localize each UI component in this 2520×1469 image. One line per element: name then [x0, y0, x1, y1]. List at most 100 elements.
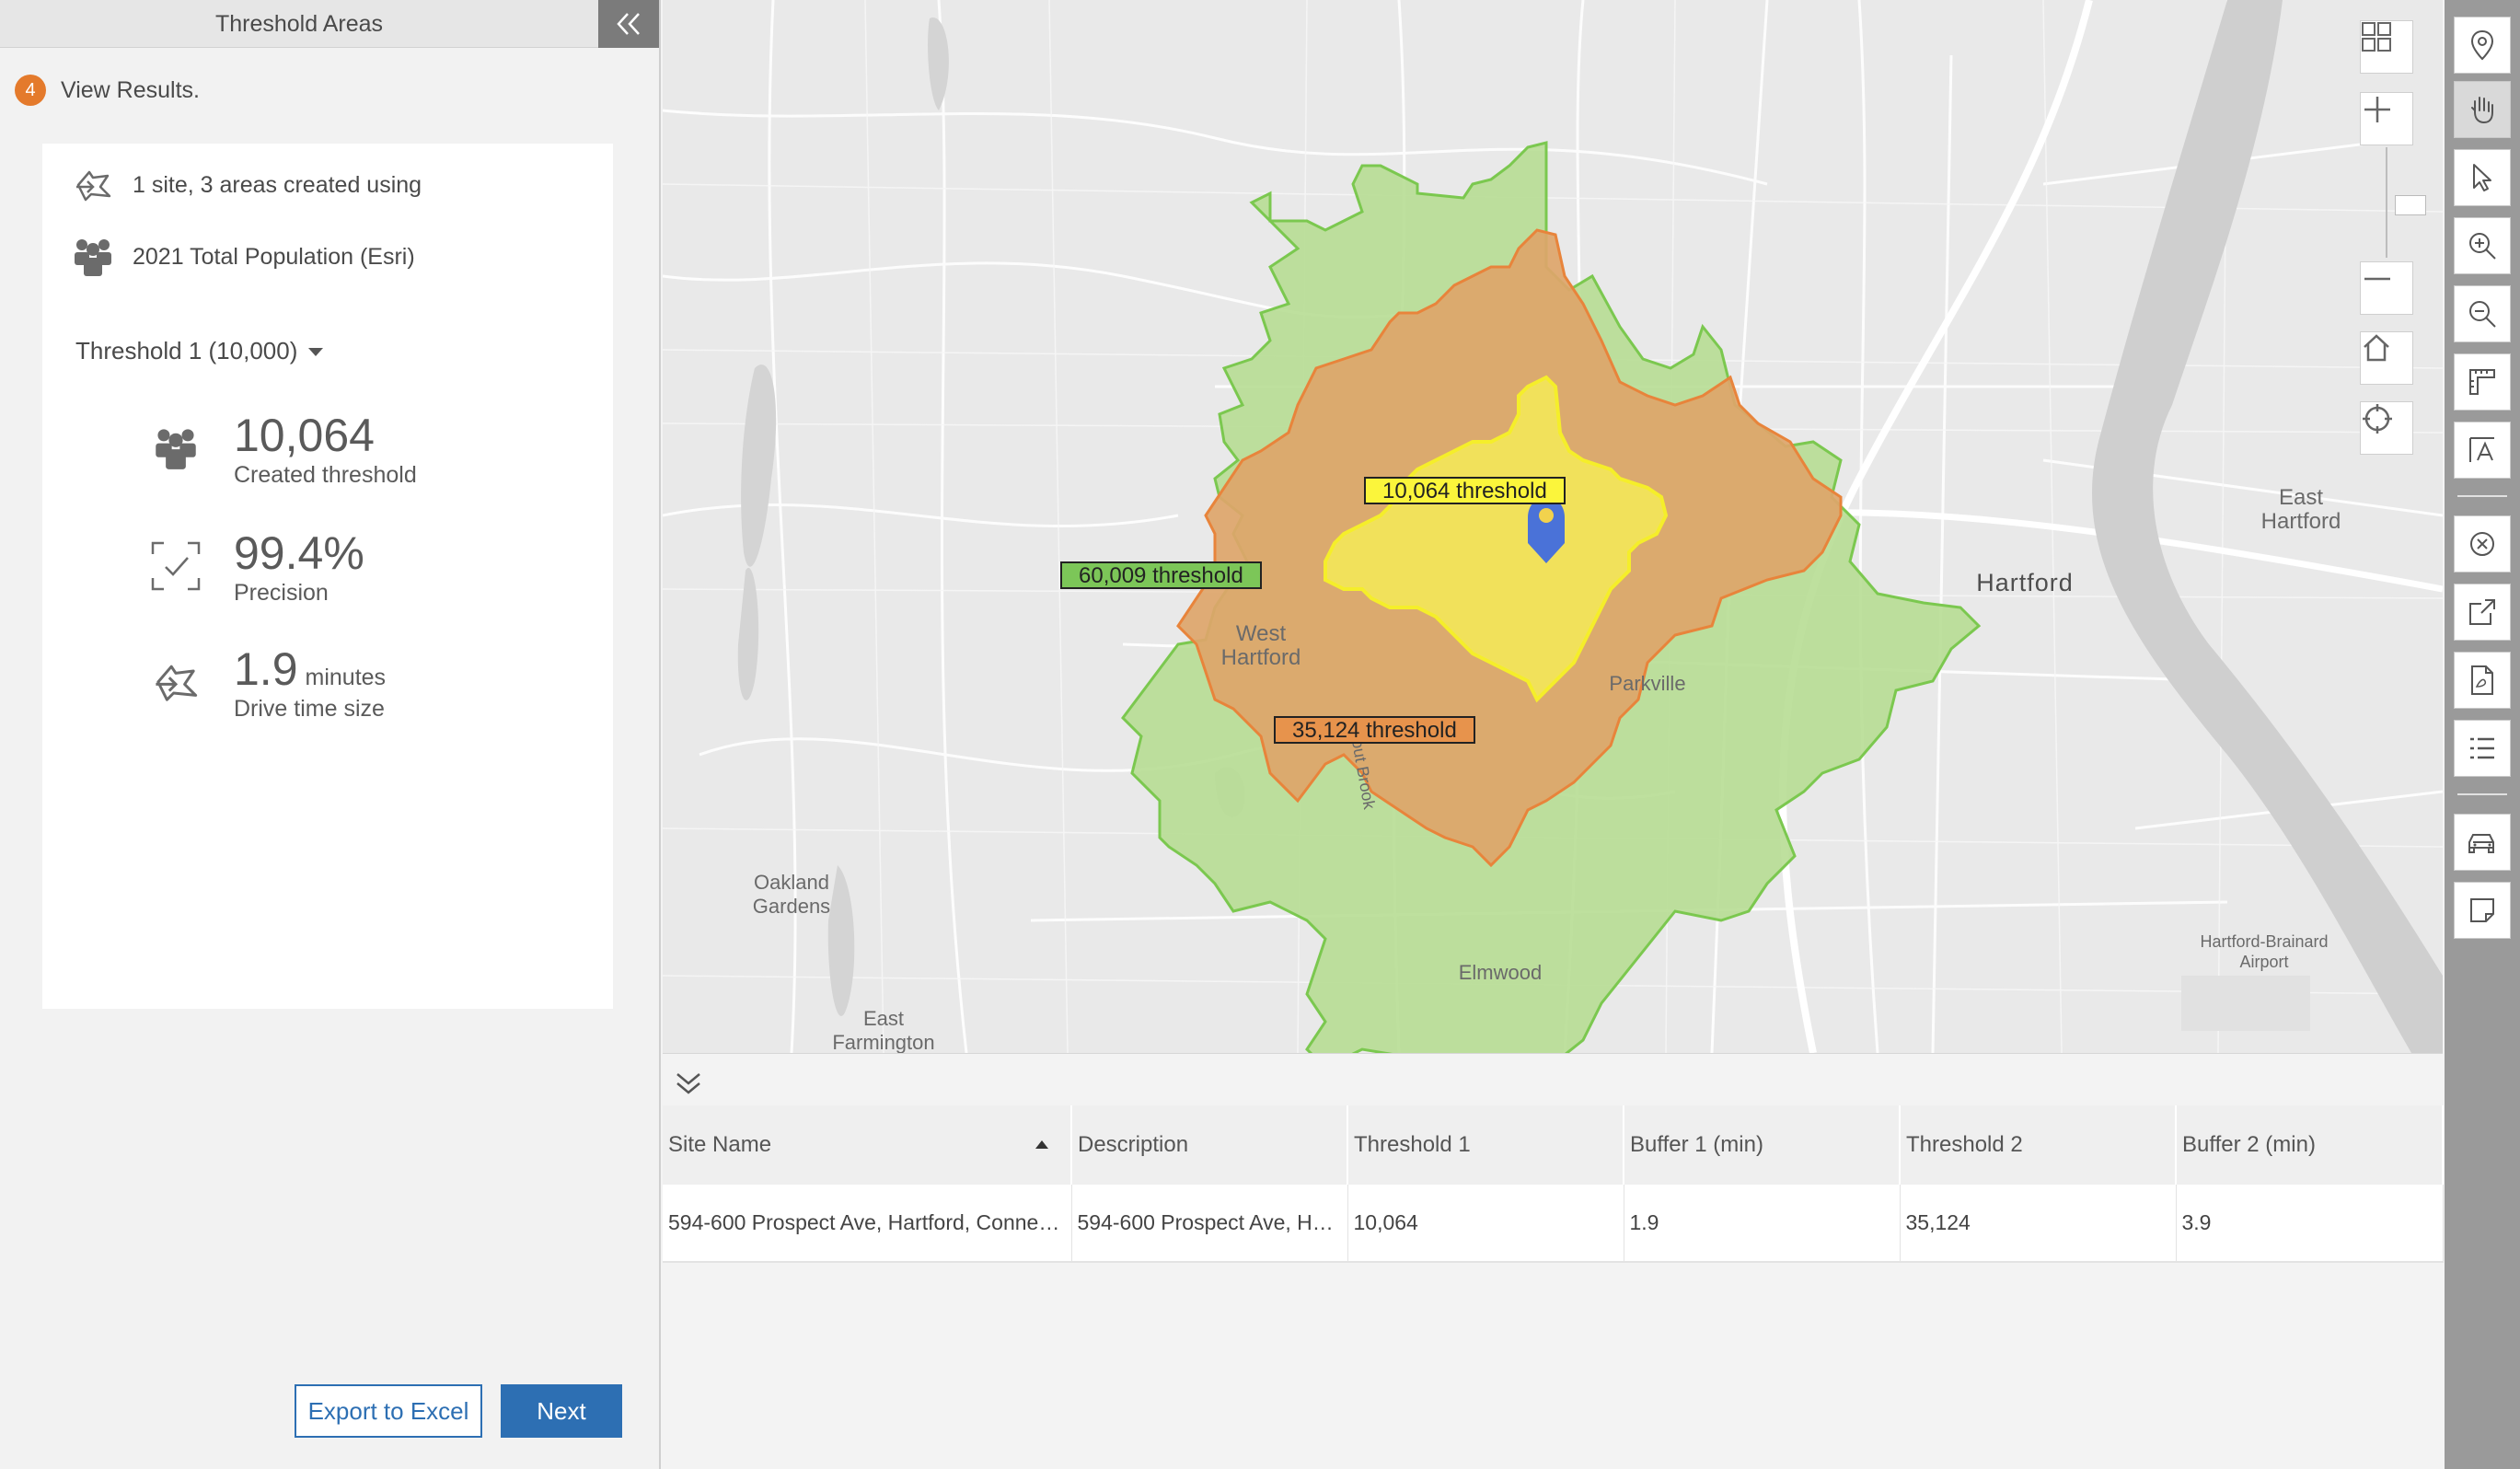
share-export-icon: [2469, 599, 2495, 625]
map-label-hartford: Hartford: [1976, 569, 2074, 596]
text-annotation-icon: [2469, 437, 2494, 462]
precision-label: Precision: [234, 580, 329, 606]
attribute-table-panel: Site Name Description Threshold 1 Buffer…: [663, 1053, 2444, 1469]
column-header-description[interactable]: Description: [1071, 1105, 1348, 1185]
tool-measure[interactable]: [2454, 353, 2511, 411]
tool-clear[interactable]: [2454, 515, 2511, 573]
plus-icon: [2364, 97, 2390, 122]
created-threshold-stat: 10,064 Created threshold: [144, 411, 417, 489]
collapse-panel-button[interactable]: [598, 0, 659, 48]
car-icon: [2468, 834, 2494, 853]
summary-variable-text: 2021 Total Population (Esri): [133, 243, 415, 270]
tool-location[interactable]: [2454, 17, 2511, 74]
clear-circle-x-icon: [2470, 532, 2494, 556]
tool-zoom-out[interactable]: [2454, 285, 2511, 342]
drive-time-unit: minutes: [305, 665, 387, 690]
collapse-table-button[interactable]: [670, 1065, 707, 1102]
map-label-west-hartford: West Hartford: [1220, 621, 1301, 670]
zoom-in-icon: [2469, 233, 2496, 260]
step-label: View Results.: [61, 76, 200, 103]
map-label-east-hartford: East Hartford: [2260, 485, 2341, 534]
locate-icon: [2363, 404, 2392, 434]
column-header-threshold-2[interactable]: Threshold 2: [1900, 1105, 2177, 1185]
toolbar-separator: [2457, 495, 2507, 497]
cell-description[interactable]: 594-600 Prospect Ave, Hartford: [1071, 1185, 1348, 1263]
ruler-icon: [2469, 369, 2495, 395]
pdf-document-icon: [2471, 665, 2493, 695]
precision-stat: 99.4% Precision: [144, 528, 364, 607]
threshold-3-label: 60,009 threshold: [1060, 561, 1262, 589]
home-icon: [2364, 334, 2389, 362]
map-label-elmwood: Elmwood: [1458, 961, 1543, 984]
drive-time-icon: [144, 650, 208, 714]
zoom-in-button[interactable]: [2360, 92, 2413, 145]
basemap-gallery-icon: [2362, 22, 2391, 52]
map-label-airport: Hartford-Brainard Airport: [2200, 932, 2329, 971]
summary-sites-row: 1 site, 3 areas created using: [70, 162, 422, 208]
created-threshold-value: 10,064: [234, 410, 375, 461]
results-card: 1 site, 3 areas created using 2021 Total…: [42, 144, 613, 1009]
precision-value: 99.4%: [234, 527, 364, 579]
tool-zoom-in[interactable]: [2454, 217, 2511, 274]
zoom-out-button[interactable]: [2360, 261, 2413, 315]
export-to-excel-button[interactable]: Export to Excel: [295, 1384, 482, 1438]
tool-share[interactable]: [2454, 584, 2511, 641]
tool-notes[interactable]: [2454, 882, 2511, 939]
map-view[interactable]: West Hartford Hartford East Hartford Parkv…: [663, 0, 2443, 1053]
tool-list[interactable]: [2454, 720, 2511, 777]
table-row[interactable]: 594-600 Prospect Ave, Hartford, Connecti…: [663, 1185, 2444, 1263]
threshold-2-label: 35,124 threshold: [1274, 716, 1475, 744]
summary-sites-text: 1 site, 3 areas created using: [133, 171, 422, 198]
double-chevron-left-icon: [617, 13, 640, 35]
home-button[interactable]: [2360, 331, 2413, 385]
column-header-site-name[interactable]: Site Name: [663, 1105, 1072, 1185]
cell-buffer-1[interactable]: 1.9: [1624, 1185, 1901, 1263]
drive-time-stat: 1.9 minutes Drive time size: [144, 644, 386, 723]
map-label-parkville: Parkville: [1609, 672, 1686, 695]
sort-ascending-icon: [1035, 1140, 1048, 1149]
population-icon: [144, 416, 208, 480]
list-icon: [2470, 737, 2494, 759]
panel-header: Threshold Areas: [0, 0, 659, 48]
minus-icon: [2364, 277, 2390, 281]
zoom-slider-track[interactable]: [2386, 147, 2387, 258]
drive-time-icon: [70, 162, 116, 208]
created-threshold-label: Created threshold: [234, 462, 417, 488]
tool-pan[interactable]: [2454, 81, 2511, 138]
map-label-oakland-gardens: Oakland Gardens: [752, 871, 831, 918]
zoom-out-icon: [2469, 301, 2496, 328]
zoom-slider-thumb[interactable]: [2395, 195, 2426, 215]
cell-buffer-2[interactable]: 3.9: [2176, 1185, 2444, 1263]
basemap: [663, 0, 2443, 1053]
step-row: 4 View Results.: [15, 72, 200, 109]
tool-text[interactable]: [2454, 422, 2511, 479]
tool-pdf[interactable]: [2454, 652, 2511, 709]
cell-threshold-2[interactable]: 35,124: [1900, 1185, 2177, 1263]
caret-down-icon: [308, 348, 324, 356]
summary-variable-row: 2021 Total Population (Esri): [70, 234, 415, 280]
panel-title: Threshold Areas: [214, 11, 384, 37]
column-header-buffer-2[interactable]: Buffer 2 (min): [2176, 1105, 2444, 1185]
basemap-gallery-button[interactable]: [2360, 20, 2413, 74]
tool-drive[interactable]: [2454, 814, 2511, 871]
location-pin-icon: [2470, 29, 2494, 61]
map-toolbar: [2445, 0, 2520, 1469]
next-button[interactable]: Next: [501, 1384, 622, 1438]
drive-time-value: 1.9: [234, 643, 298, 695]
precision-check-icon: [144, 534, 208, 598]
results-table: Site Name Description Threshold 1 Buffer…: [663, 1105, 2444, 1263]
locate-button[interactable]: [2360, 401, 2413, 455]
threshold-dropdown[interactable]: Threshold 1 (10,000): [75, 337, 324, 365]
population-icon: [70, 234, 116, 280]
threshold-1-label: 10,064 threshold: [1364, 477, 1566, 504]
step-badge: 4: [15, 75, 46, 106]
column-header-threshold-1[interactable]: Threshold 1: [1347, 1105, 1624, 1185]
threshold-areas-panel: Threshold Areas 4 View Results. 1 site, …: [0, 0, 661, 1469]
column-header-buffer-1[interactable]: Buffer 1 (min): [1624, 1105, 1901, 1185]
cell-site-name[interactable]: 594-600 Prospect Ave, Hartford, Connecti…: [663, 1185, 1072, 1263]
cell-threshold-1[interactable]: 10,064: [1347, 1185, 1624, 1263]
drive-time-label: Drive time size: [234, 696, 385, 722]
map-label-east-farmington: East Farmington: [832, 1007, 935, 1053]
cursor-arrow-icon: [2473, 164, 2491, 191]
tool-select[interactable]: [2454, 149, 2511, 206]
